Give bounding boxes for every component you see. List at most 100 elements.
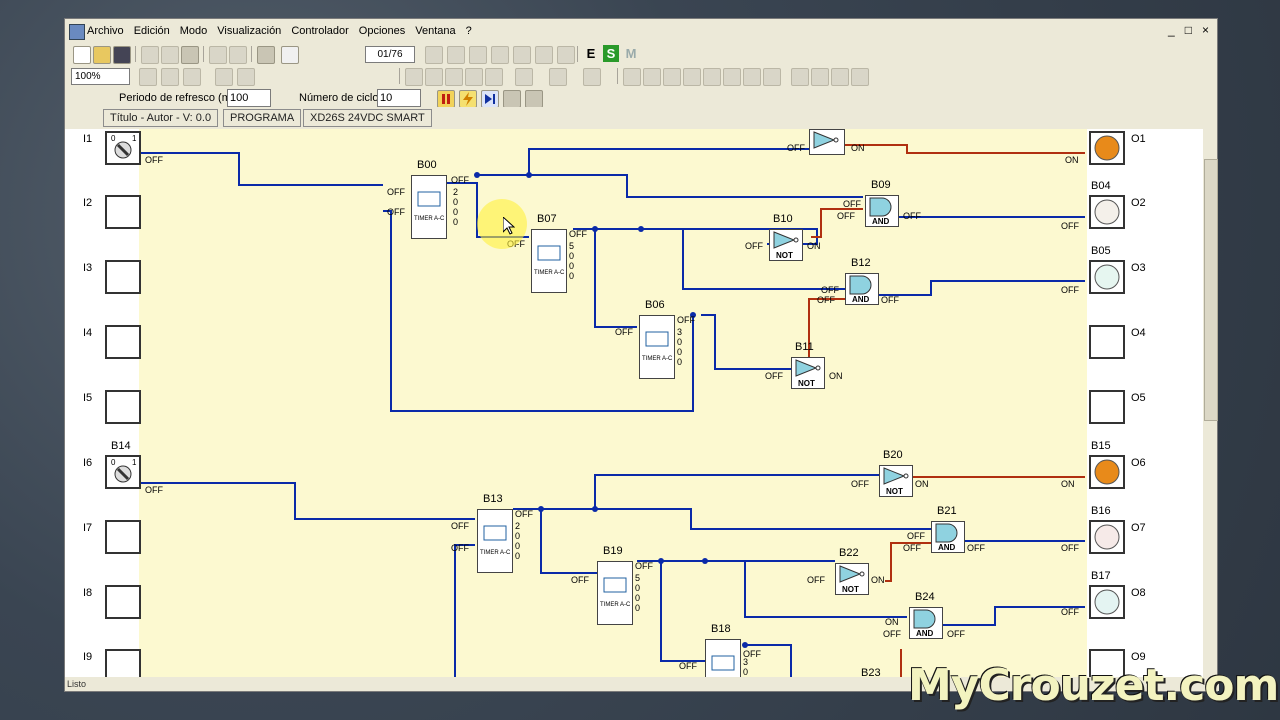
scroll-thumb[interactable] (1204, 159, 1218, 421)
menu-controlador[interactable]: Controlador (291, 25, 348, 37)
group-icon-3[interactable] (831, 68, 849, 86)
page-counter[interactable]: 01/76 (365, 46, 415, 63)
not-label: NOT (842, 585, 859, 594)
and-gate-b12[interactable]: AND (845, 273, 879, 305)
not-gate-top[interactable] (809, 129, 845, 155)
settings-icon[interactable] (525, 90, 543, 108)
timer-block-b19[interactable]: TIMER A-C (597, 561, 633, 625)
align-icon-4[interactable] (683, 68, 701, 86)
timer-block-b07[interactable]: TIMER A-C (531, 229, 567, 293)
group-icon-4[interactable] (851, 68, 869, 86)
pen-color-icon[interactable] (549, 68, 567, 86)
menu-edicion[interactable]: Edición (134, 25, 170, 37)
timer-block-b00[interactable]: TIMER A-C (411, 175, 447, 239)
state-b10-in: OFF (745, 241, 763, 251)
mode-s-button[interactable]: S (603, 45, 619, 62)
monitor-icon-3[interactable] (469, 46, 487, 64)
state-b21-in2: OFF (903, 543, 921, 553)
monitor-icon-6[interactable] (535, 46, 553, 64)
timer-label: TIMER A-C (642, 356, 673, 362)
refresh-input[interactable]: 100 (227, 89, 271, 107)
state-not-top-in: OFF (787, 143, 805, 153)
mode-m-button[interactable]: M (623, 45, 639, 62)
timer-block-b13[interactable]: TIMER A-C (477, 509, 513, 573)
help-icon[interactable] (281, 46, 299, 64)
align-icon-5[interactable] (703, 68, 721, 86)
and-gate-b09[interactable]: AND (865, 195, 899, 227)
monitor-icon-7[interactable] (557, 46, 575, 64)
not-gate-b11[interactable]: NOT (791, 357, 825, 389)
menu-modo[interactable]: Modo (180, 25, 208, 37)
program-title[interactable]: Título - Autor - V: 0.0 (103, 109, 219, 127)
timer-block-b18[interactable] (705, 639, 741, 677)
tool-icon-2[interactable] (237, 68, 255, 86)
line-tool-icon[interactable] (405, 68, 423, 86)
monitor-icon-5[interactable] (513, 46, 531, 64)
align-icon-7[interactable] (743, 68, 761, 86)
group-icon-2[interactable] (811, 68, 829, 86)
rectangle-tool-icon[interactable] (425, 68, 443, 86)
fbd-canvas[interactable]: I1 I2 I3 I4 I5 I6 I7 I8 I9 B14 01 01 O1 … (65, 129, 1203, 677)
ellipse-tool-icon[interactable] (445, 68, 463, 86)
state-b11-in: OFF (765, 371, 783, 381)
line-style-icon[interactable] (515, 68, 533, 86)
menu-ventana[interactable]: Ventana (415, 25, 455, 37)
image-tool-icon[interactable] (485, 68, 503, 86)
fill-color-icon[interactable] (583, 68, 601, 86)
menu-archivo[interactable]: Archivo (87, 25, 124, 37)
align-icon-3[interactable] (663, 68, 681, 86)
paste-icon[interactable] (181, 46, 199, 64)
display-icon[interactable] (503, 90, 521, 108)
mode-e-button[interactable]: E (583, 45, 599, 62)
program-tab[interactable]: PROGRAMA (223, 109, 302, 127)
and-gate-b24[interactable]: AND (909, 607, 943, 639)
timer-block-b06[interactable]: TIMER A-C (639, 315, 675, 379)
lightning-icon[interactable] (459, 90, 477, 108)
cycles-input[interactable]: 10 (377, 89, 421, 107)
monitor-icon-2[interactable] (447, 46, 465, 64)
zoom-select[interactable]: 100% (71, 68, 130, 85)
not-gate-b10[interactable]: NOT (769, 229, 803, 261)
monitor-icon-1[interactable] (425, 46, 443, 64)
copy-icon[interactable] (161, 46, 179, 64)
align-icon-6[interactable] (723, 68, 741, 86)
new-file-icon[interactable] (73, 46, 91, 64)
state-o2-in: OFF (1061, 221, 1079, 231)
minimize-button[interactable]: _ (1168, 23, 1175, 37)
group-icon-1[interactable] (791, 68, 809, 86)
grid-icon-3[interactable] (183, 68, 201, 86)
not-gate-b20[interactable]: NOT (879, 465, 913, 497)
align-icon-8[interactable] (763, 68, 781, 86)
b13-param-4: 0 (515, 551, 521, 561)
open-icon[interactable] (93, 46, 111, 64)
menu-help[interactable]: ? (466, 25, 472, 37)
menu-visualizacion[interactable]: Visualización (217, 25, 281, 37)
undo-icon[interactable] (209, 46, 227, 64)
controller-model[interactable]: XD26S 24VDC SMART (303, 109, 432, 127)
cut-icon[interactable] (141, 46, 159, 64)
b13-param-3: 0 (515, 541, 521, 551)
app-window: Archivo Edición Modo Visualización Contr… (64, 18, 1219, 692)
align-icon-1[interactable] (623, 68, 641, 86)
restore-button[interactable]: □ (1185, 23, 1192, 37)
vertical-scrollbar[interactable] (1203, 129, 1218, 677)
print-icon[interactable] (257, 46, 275, 64)
grid-icon-2[interactable] (161, 68, 179, 86)
not-gate-b22[interactable]: NOT (835, 563, 869, 595)
state-b00-out: OFF (451, 175, 469, 185)
pause-icon[interactable] (437, 90, 455, 108)
close-button[interactable]: × (1202, 23, 1209, 37)
redo-icon[interactable] (229, 46, 247, 64)
text-tool-icon[interactable] (465, 68, 483, 86)
grid-icon-1[interactable] (139, 68, 157, 86)
state-b22-out: ON (871, 575, 885, 585)
step-icon[interactable] (481, 90, 499, 108)
and-gate-b21[interactable]: AND (931, 521, 965, 553)
menu-opciones[interactable]: Opciones (359, 25, 405, 37)
save-icon[interactable] (113, 46, 131, 64)
monitor-icon-4[interactable] (491, 46, 509, 64)
block-label-b24: B24 (915, 591, 935, 603)
tool-icon-1[interactable] (215, 68, 233, 86)
state-b13-in1: OFF (451, 521, 469, 531)
align-icon-2[interactable] (643, 68, 661, 86)
